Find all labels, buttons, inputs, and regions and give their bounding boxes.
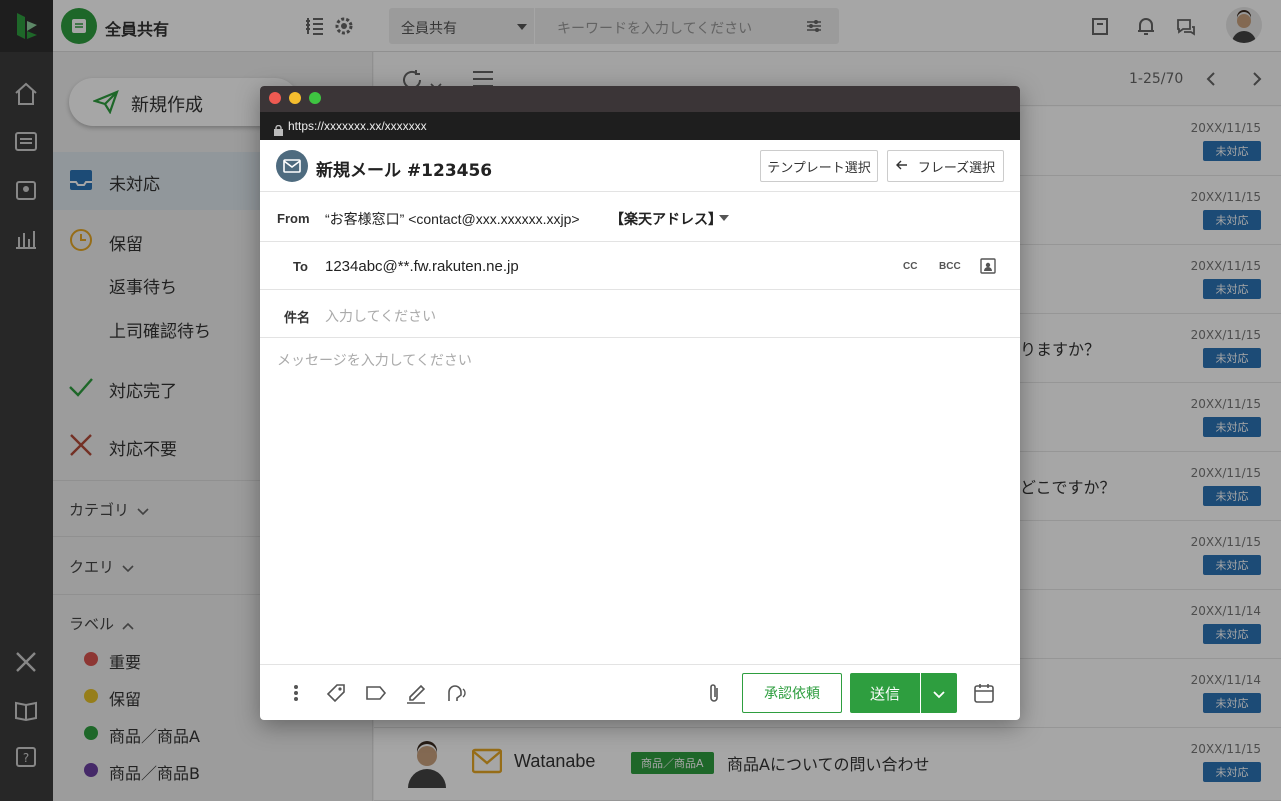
address-bar: https://xxxxxxx.xx/xxxxxxx	[260, 112, 1020, 140]
address-book-icon[interactable]	[980, 258, 996, 278]
to-input[interactable]: 1234abc@**.fw.rakuten.ne.jp	[325, 258, 519, 275]
voice-icon[interactable]	[444, 681, 468, 705]
approval-request-label: 承認依頼	[764, 686, 820, 702]
chevron-down-icon	[933, 684, 945, 703]
window-titlebar	[260, 86, 1020, 112]
subject-input[interactable]: 入力してください	[325, 306, 436, 326]
to-label: To	[293, 259, 308, 274]
label-icon[interactable]	[364, 681, 388, 705]
compose-footer: 承認依頼 送信	[260, 664, 1020, 720]
lock-icon	[274, 121, 283, 140]
phrase-select-label: フレーズ選択	[917, 160, 996, 176]
send-button[interactable]: 送信	[850, 673, 920, 713]
schedule-calendar-icon[interactable]	[972, 681, 996, 705]
close-window-button[interactable]	[269, 92, 281, 104]
bcc-button[interactable]: BCC	[939, 261, 961, 272]
cc-button[interactable]: CC	[903, 261, 917, 272]
message-body-input[interactable]: メッセージを入力してください	[277, 350, 472, 370]
arrow-left-icon	[895, 159, 908, 174]
compose-window: https://xxxxxxx.xx/xxxxxxx 新規メール #123456…	[260, 86, 1020, 720]
send-options-button[interactable]	[921, 673, 957, 713]
subject-field: 件名 入力してください	[260, 290, 1020, 338]
from-field: From “お客様窓口” <contact@xxx.xxxxxx.xxjp> 【…	[260, 193, 1020, 242]
minimize-window-button[interactable]	[289, 92, 301, 104]
maximize-window-button[interactable]	[309, 92, 321, 104]
chevron-down-icon[interactable]	[719, 215, 729, 221]
subject-label: 件名	[284, 310, 311, 325]
compose-header: 新規メール #123456 テンプレート選択 フレーズ選択	[260, 140, 1020, 192]
approval-request-button[interactable]: 承認依頼	[742, 673, 842, 713]
compose-title: 新規メール #123456	[316, 161, 493, 181]
from-address: “お客様窓口” <contact@xxx.xxxxxx.xxjp>	[325, 211, 580, 227]
phrase-select-button[interactable]: フレーズ選択	[887, 150, 1004, 182]
more-options-icon[interactable]	[284, 681, 308, 705]
template-select-button[interactable]: テンプレート選択	[760, 150, 878, 182]
signature-pen-icon[interactable]	[404, 681, 428, 705]
attachment-icon[interactable]	[702, 681, 726, 705]
tag-icon[interactable]	[324, 681, 348, 705]
to-field: To 1234abc@**.fw.rakuten.ne.jp CC BCC	[260, 242, 1020, 290]
send-label: 送信	[869, 684, 900, 703]
from-label: From	[277, 211, 310, 226]
template-select-label: テンプレート選択	[767, 160, 871, 176]
mail-icon	[276, 150, 308, 182]
from-account-select[interactable]: 【楽天アドレス】	[610, 209, 722, 229]
page-url: https://xxxxxxx.xx/xxxxxxx	[288, 119, 427, 133]
